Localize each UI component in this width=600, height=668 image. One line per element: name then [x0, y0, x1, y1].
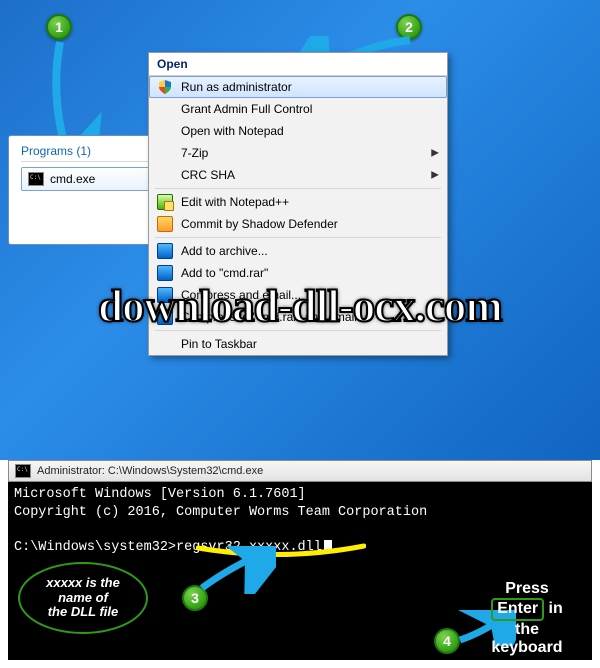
- shadow-defender-icon: [157, 216, 173, 232]
- console-prompt: C:\Windows\system32>: [14, 540, 176, 555]
- step-badge-4: 4: [434, 628, 460, 654]
- menu-item-label: Run as administrator: [181, 80, 292, 94]
- console-prompt-line: C:\Windows\system32>regsvr32 xxxxx.dll: [14, 539, 586, 557]
- menu-item-label: Add to "cmd.rar": [181, 266, 268, 280]
- shield-icon: [157, 79, 173, 95]
- search-result-label: cmd.exe: [50, 172, 95, 186]
- menu-item-run-as-admin[interactable]: Run as administrator: [149, 76, 447, 98]
- blank-icon: [157, 336, 173, 352]
- menu-item-add-archive[interactable]: Add to archive...: [149, 240, 447, 262]
- notepadpp-icon: [157, 194, 173, 210]
- cmd-console[interactable]: Microsoft Windows [Version 6.1.7601] Cop…: [8, 482, 592, 660]
- menu-item-7zip[interactable]: 7-Zip ▶: [149, 142, 447, 164]
- menu-separator: [155, 330, 441, 331]
- step-badge-2: 2: [396, 14, 422, 40]
- step-badge-1: 1: [46, 14, 72, 40]
- menu-item-label: Compress and email...: [181, 288, 301, 302]
- blank-icon: [157, 145, 173, 161]
- menu-item-label: Open with Notepad: [181, 124, 284, 138]
- context-menu-title: Open: [149, 53, 447, 76]
- menu-separator: [155, 188, 441, 189]
- context-menu: Open Run as administrator Grant Admin Fu…: [148, 52, 448, 356]
- cmd-icon: [28, 172, 44, 186]
- console-typed-command: regsvr32 xxxxx.dll: [176, 540, 322, 555]
- menu-item-compress-email[interactable]: Compress and email...: [149, 284, 447, 306]
- console-line-copyright: Copyright (c) 2016, Computer Worms Team …: [14, 504, 586, 522]
- archive-icon: [157, 287, 173, 303]
- text-cursor: [324, 540, 332, 553]
- submenu-arrow-icon: ▶: [431, 170, 439, 181]
- menu-item-grant-admin[interactable]: Grant Admin Full Control: [149, 98, 447, 120]
- submenu-arrow-icon: ▶: [431, 148, 439, 159]
- desktop-background: 1 2 Programs (1) cmd.exe Open Run as adm…: [0, 0, 600, 460]
- archive-icon: [157, 265, 173, 281]
- menu-item-compress-cmd-email[interactable]: Compress to "cmd.rar" and email: [149, 306, 447, 328]
- menu-separator: [155, 237, 441, 238]
- step-badge-3: 3: [182, 585, 208, 611]
- menu-item-label: Pin to Taskbar: [181, 337, 257, 351]
- blank-icon: [157, 123, 173, 139]
- cmd-window-title: Administrator: C:\Windows\System32\cmd.e…: [37, 465, 263, 477]
- blank-icon: [157, 167, 173, 183]
- menu-item-commit-shadow[interactable]: Commit by Shadow Defender: [149, 213, 447, 235]
- menu-item-edit-npp[interactable]: Edit with Notepad++: [149, 191, 447, 213]
- menu-item-crc-sha[interactable]: CRC SHA ▶: [149, 164, 447, 186]
- cmd-window-titlebar[interactable]: Administrator: C:\Windows\System32\cmd.e…: [8, 460, 592, 482]
- menu-item-label: Add to archive...: [181, 244, 268, 258]
- archive-icon: [157, 309, 173, 325]
- menu-item-open-notepad[interactable]: Open with Notepad: [149, 120, 447, 142]
- menu-item-add-cmd-rar[interactable]: Add to "cmd.rar": [149, 262, 447, 284]
- menu-item-label: Edit with Notepad++: [181, 195, 289, 209]
- cmd-icon: [15, 464, 31, 478]
- menu-item-label: Grant Admin Full Control: [181, 102, 312, 116]
- menu-item-label: Compress to "cmd.rar" and email: [181, 310, 357, 324]
- menu-item-pin-taskbar[interactable]: Pin to Taskbar: [149, 333, 447, 355]
- archive-icon: [157, 243, 173, 259]
- menu-item-label: Commit by Shadow Defender: [181, 217, 338, 231]
- console-line-version: Microsoft Windows [Version 6.1.7601]: [14, 486, 586, 504]
- blank-icon: [157, 101, 173, 117]
- menu-item-label: 7-Zip: [181, 146, 208, 160]
- menu-item-label: CRC SHA: [181, 168, 235, 182]
